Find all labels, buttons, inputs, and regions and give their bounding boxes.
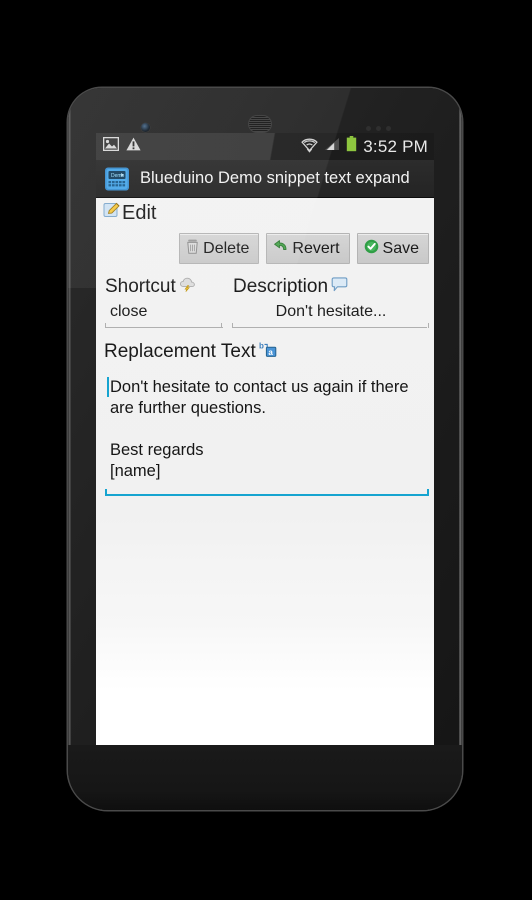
undo-arrow-icon — [273, 239, 288, 258]
text-cursor — [107, 377, 109, 397]
action-button-bar: Delete Revert Save — [101, 224, 429, 264]
svg-text:b: b — [259, 342, 264, 351]
phone-chin — [68, 745, 462, 810]
revert-button-label: Revert — [292, 239, 340, 257]
warning-icon — [126, 137, 141, 156]
description-label-text: Description — [233, 276, 329, 297]
app-title: Blueduino Demo snippet text expand — [140, 169, 410, 187]
status-bar-right-icons: 3:52 PM — [301, 136, 428, 158]
bluetooth-keyboard-icon: Demo — [103, 165, 131, 193]
status-bar-clock: 3:52 PM — [363, 136, 428, 156]
wifi-icon — [301, 136, 319, 158]
replacement-text-label-text: Replacement Text — [104, 341, 256, 362]
form-header-title: Edit — [122, 201, 157, 224]
edit-form: Edit Delete Revert Save Shortcut Descrip… — [96, 198, 434, 745]
image-icon — [102, 136, 120, 156]
form-header: Edit — [101, 198, 429, 224]
field-labels-row: Shortcut Description — [101, 264, 429, 298]
shortcut-input[interactable]: close — [105, 302, 223, 328]
edit-pencil-icon — [103, 201, 121, 224]
status-bar: 3:52 PM — [96, 133, 434, 160]
description-label: Description — [233, 276, 427, 298]
earpiece-speaker — [249, 116, 271, 132]
delete-button-label: Delete — [203, 239, 250, 257]
translate-ba-icon: b a — [259, 341, 277, 363]
description-input[interactable]: Don't hesitate... — [232, 302, 427, 328]
svg-text:a: a — [268, 348, 273, 357]
replacement-text-label: Replacement Text b a — [101, 328, 429, 363]
cloud-lightning-icon — [179, 276, 196, 298]
phone-left-edge — [68, 94, 71, 794]
save-button-label: Save — [382, 239, 419, 257]
battery-icon — [346, 136, 357, 157]
cellular-signal-icon — [324, 137, 340, 156]
replacement-text-input[interactable]: Don't hesitate to contact us again if th… — [105, 373, 427, 496]
status-bar-left-icons — [102, 136, 141, 156]
proximity-sensor — [366, 126, 392, 131]
svg-text:Demo: Demo — [111, 173, 125, 179]
shortcut-label: Shortcut — [105, 276, 233, 298]
action-bar: Demo Blueduino Demo snippet text expand — [96, 160, 434, 198]
check-circle-icon — [364, 239, 379, 259]
delete-button[interactable]: Delete — [179, 233, 260, 264]
field-inputs-row: close Don't hesitate... — [101, 298, 429, 328]
revert-button[interactable]: Revert — [266, 233, 350, 264]
phone-screen: 3:52 PM Demo Blueduino Demo snippet text… — [96, 133, 434, 745]
shortcut-label-text: Shortcut — [105, 276, 176, 297]
speech-bubble-icon — [331, 276, 348, 298]
phone-right-edge — [459, 94, 462, 794]
phone-device: 3:52 PM Demo Blueduino Demo snippet text… — [68, 88, 462, 810]
front-camera — [141, 123, 150, 132]
trash-icon — [186, 239, 199, 259]
save-button[interactable]: Save — [356, 233, 429, 264]
